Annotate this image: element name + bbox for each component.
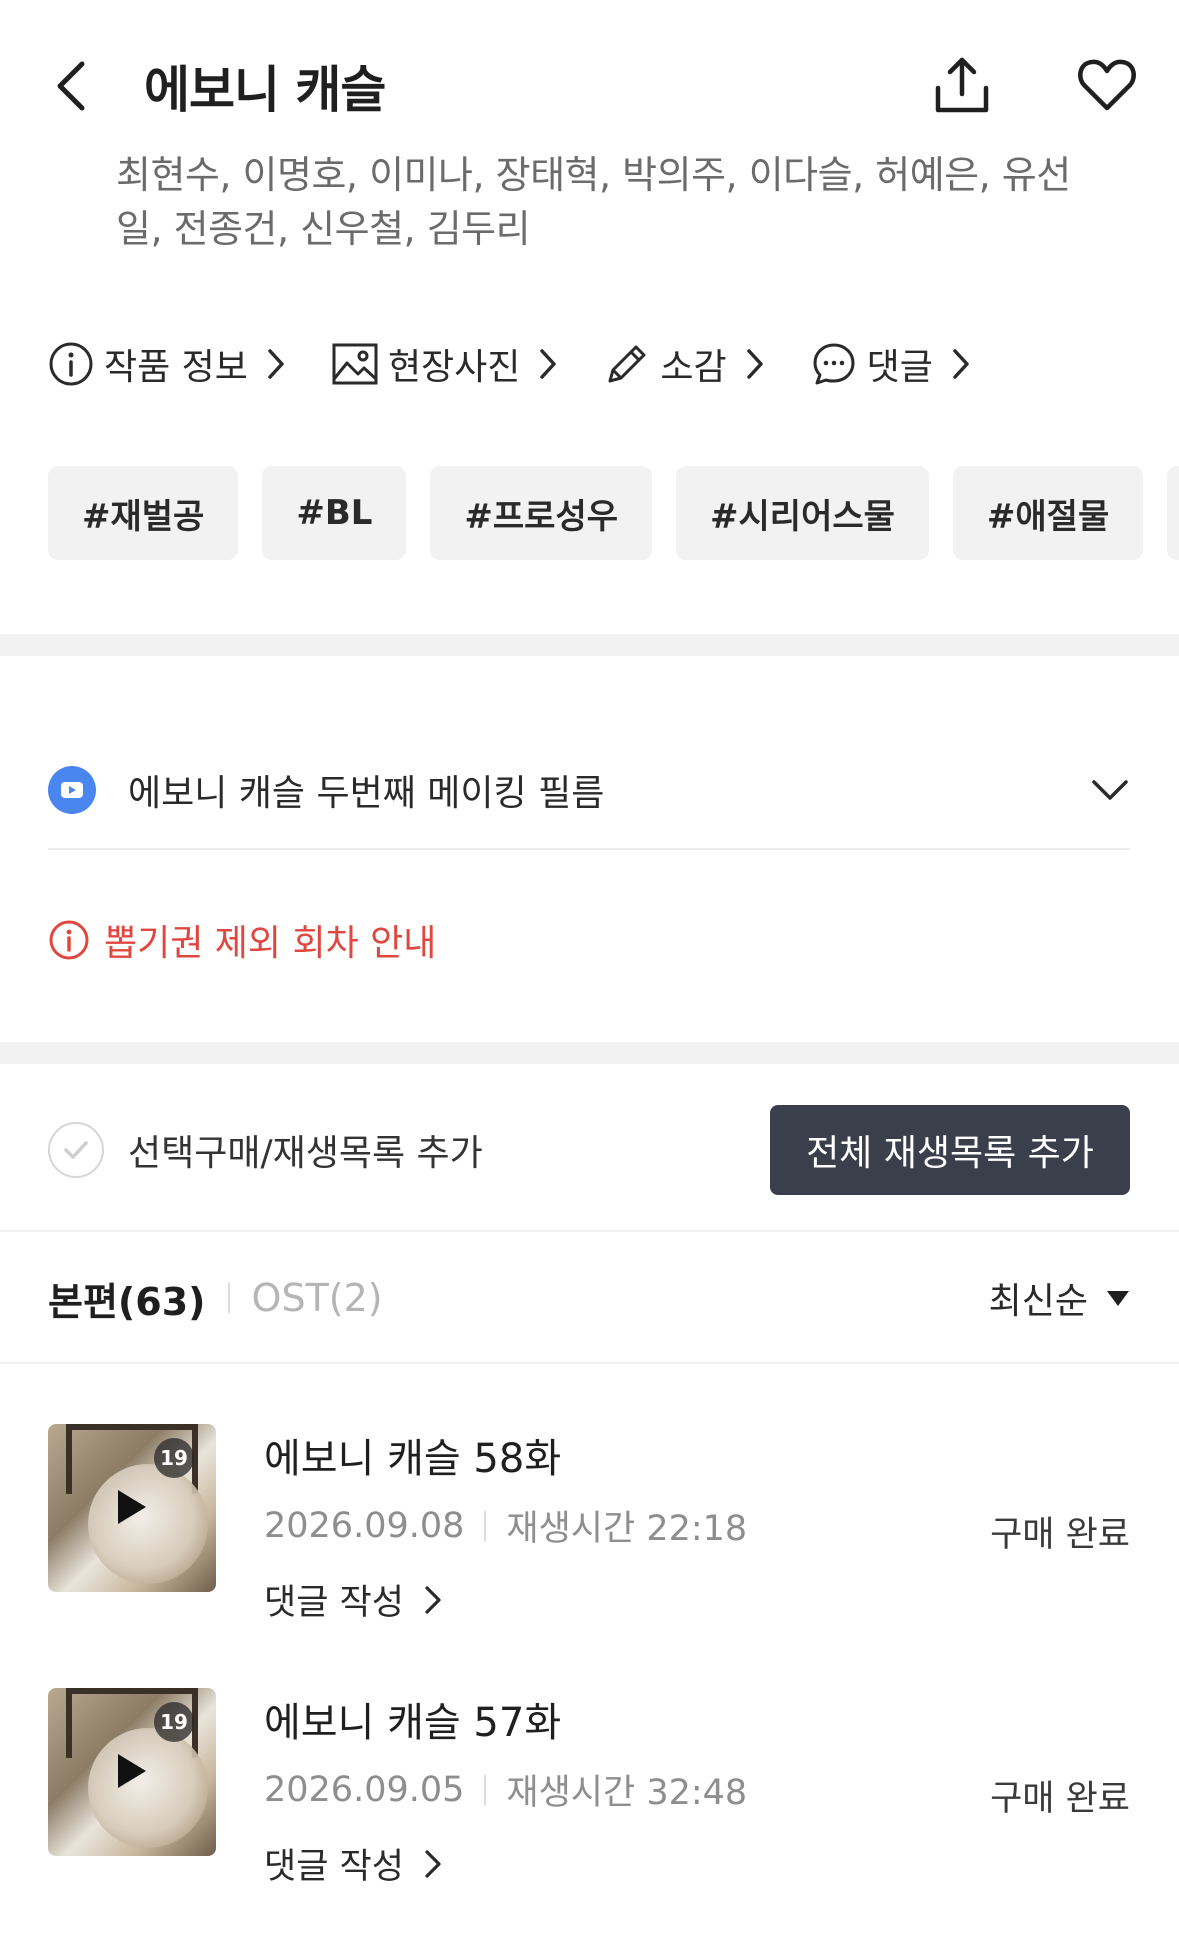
age-rating-badge: 19	[154, 1438, 194, 1478]
episode-title: 에보니 캐슬 57화	[264, 1700, 562, 1746]
tab-divider	[227, 1283, 230, 1313]
favorite-button[interactable]	[1076, 54, 1138, 116]
heart-icon	[1078, 59, 1136, 111]
making-film-row[interactable]: 에보니 캐슬 두번째 메이킹 필름	[48, 762, 1130, 818]
divider	[0, 1362, 1179, 1364]
chat-icon	[813, 343, 855, 385]
chevron-left-icon	[57, 61, 85, 111]
video-icon	[48, 766, 96, 814]
link-photos[interactable]: 현장사진	[332, 338, 558, 390]
link-comments[interactable]: 댓글	[811, 338, 971, 390]
link-review[interactable]: 소감	[604, 338, 764, 390]
episode-thumbnail[interactable]: 19	[48, 1688, 216, 1856]
divider	[0, 1230, 1179, 1232]
info-icon	[49, 342, 93, 386]
select-row: 선택구매/재생목록 추가 전체 재생목록 추가	[48, 1104, 1130, 1196]
chevron-right-icon	[540, 349, 557, 379]
caret-down-icon	[1107, 1291, 1129, 1306]
chevron-right-icon	[425, 1585, 441, 1614]
add-all-playlist-button[interactable]: 전체 재생목록 추가	[770, 1105, 1130, 1195]
notice-link[interactable]: 뽑기권 제외 회차 안내	[48, 914, 436, 966]
cast-list: 최현수, 이명호, 이미나, 장태혁, 박의주, 이다슬, 허예은, 유선일, …	[116, 153, 1071, 251]
age-rating-badge: 19	[154, 1702, 194, 1742]
episode-date: 2026.09.05	[264, 1769, 465, 1810]
tag-list: #재벌공 #BL #프로성우 #시리어스물 #애절물	[48, 466, 1179, 560]
notice-label: 뽑기권 제외 회차 안내	[104, 923, 437, 964]
episode-duration: 재생시간 32:48	[506, 1773, 748, 1813]
link-info[interactable]: 작품 정보	[48, 338, 286, 390]
tag-chip[interactable]: #시리어스물	[676, 466, 929, 560]
share-button[interactable]	[930, 54, 994, 118]
tag-chip[interactable]: #프로성우	[430, 466, 653, 560]
divider	[48, 848, 1130, 850]
check-icon	[64, 1141, 88, 1159]
chevron-down-icon[interactable]	[1090, 778, 1130, 802]
episode-tabs: 본편(63) OST(2) 최신순	[48, 1270, 1130, 1326]
write-comment-link[interactable]: 댓글 작성	[264, 1574, 442, 1625]
tag-chip[interactable]: #BL	[262, 466, 407, 560]
quick-links: 작품 정보 현장사진 소감 댓글	[48, 336, 1148, 392]
select-checkbox[interactable]	[48, 1122, 104, 1178]
episode-thumbnail[interactable]: 19	[48, 1424, 216, 1592]
sort-dropdown[interactable]: 최신순	[989, 1272, 1130, 1324]
page-title: 에보니 캐슬	[144, 61, 386, 119]
tag-chip[interactable]: #애절물	[952, 466, 1144, 560]
image-icon	[332, 343, 378, 385]
tag-chip-partial[interactable]	[1167, 466, 1179, 560]
write-comment-link[interactable]: 댓글 작성	[264, 1838, 442, 1889]
link-comments-label: 댓글	[866, 347, 933, 388]
link-review-label: 소감	[660, 347, 727, 388]
back-button[interactable]	[48, 56, 98, 116]
episode-item[interactable]: 19 에보니 캐슬 57화 2026.09.05 재생시간 32:48 댓글 작…	[48, 1688, 1130, 1918]
share-icon	[935, 57, 989, 113]
episode-meta: 2026.09.08 재생시간 22:18	[264, 1500, 747, 1551]
section-divider	[0, 1042, 1179, 1064]
purchase-status: 구매 완료	[990, 1779, 1130, 1819]
tab-ost[interactable]: OST(2)	[252, 1276, 989, 1320]
link-info-label: 작품 정보	[104, 347, 248, 388]
info-icon	[49, 920, 89, 960]
play-icon	[118, 1490, 146, 1524]
select-label[interactable]: 선택구매/재생목록 추가	[128, 1124, 770, 1176]
write-comment-label: 댓글 작성	[264, 1583, 404, 1623]
episode-duration: 재생시간 22:18	[506, 1509, 748, 1549]
tag-chip[interactable]: #재벌공	[48, 466, 239, 560]
episode-title: 에보니 캐슬 58화	[264, 1436, 562, 1482]
episode-date: 2026.09.08	[264, 1505, 465, 1546]
write-comment-label: 댓글 작성	[264, 1847, 404, 1887]
chevron-right-icon	[268, 349, 284, 379]
making-film-label: 에보니 캐슬 두번째 메이킹 필름	[128, 773, 605, 814]
purchase-status: 구매 완료	[990, 1515, 1130, 1555]
section-divider	[0, 634, 1179, 656]
chevron-right-icon	[425, 1849, 441, 1878]
link-photos-label: 현장사진	[387, 347, 521, 388]
play-icon	[118, 1754, 146, 1788]
chevron-right-icon	[953, 349, 969, 379]
sort-label: 최신순	[988, 1281, 1088, 1322]
chevron-right-icon	[746, 349, 763, 379]
pencil-icon	[608, 345, 646, 383]
tab-main[interactable]: 본편(63)	[48, 1271, 206, 1326]
episode-meta: 2026.09.05 재생시간 32:48	[264, 1764, 747, 1815]
episode-item[interactable]: 19 에보니 캐슬 58화 2026.09.08 재생시간 22:18 댓글 작…	[48, 1424, 1130, 1654]
